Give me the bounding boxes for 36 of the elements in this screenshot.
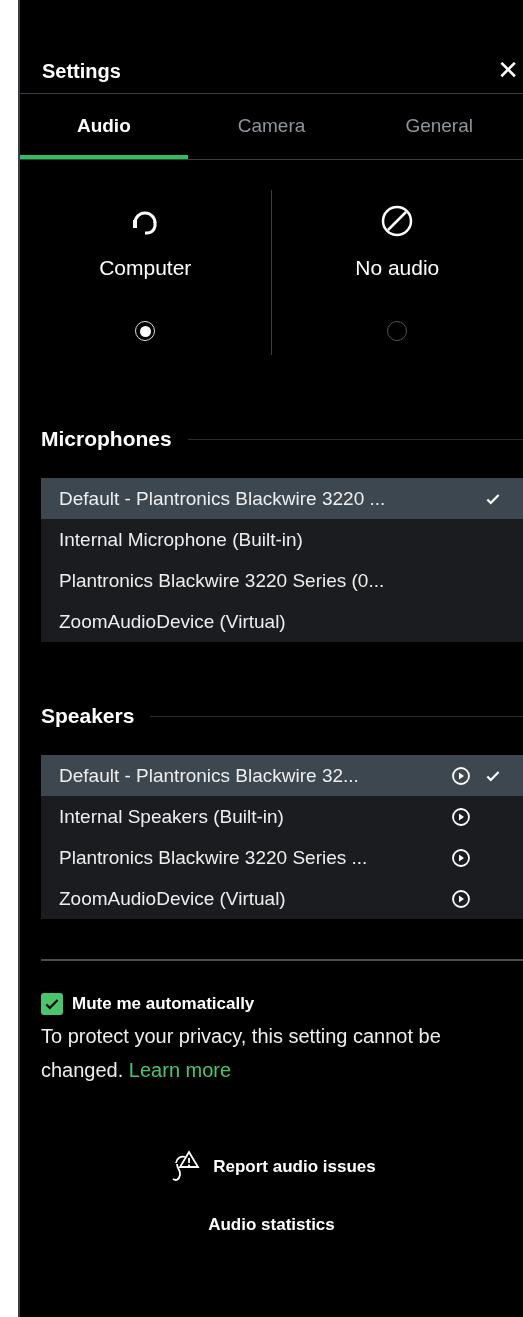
device-item[interactable]: ZoomAudioDevice (Virtual) — [41, 601, 523, 642]
play-icon[interactable] — [451, 888, 471, 909]
device-name: Internal Microphone (Built-in) — [59, 528, 304, 551]
section-heading: Microphones — [41, 427, 172, 451]
device-name: ZoomAudioDevice (Virtual) — [59, 887, 287, 910]
device-name: ZoomAudioDevice (Virtual) — [59, 610, 287, 633]
mode-label: No audio — [355, 256, 440, 280]
learn-more-link[interactable]: Learn more — [128, 1059, 232, 1081]
device-name: Internal Speakers (Built-in) — [59, 805, 285, 828]
action-link[interactable]: Audio statistics — [208, 1215, 335, 1235]
mode-label: Computer — [99, 256, 192, 280]
device-item[interactable]: Internal Microphone (Built-in) — [41, 519, 523, 560]
tab[interactable]: Audio — [20, 94, 188, 159]
close-button[interactable]: ✕ — [497, 57, 519, 83]
checkbox-label: Mute me automatically — [72, 994, 255, 1014]
device-item[interactable]: Default - Plantronics Blackwire 32... — [41, 755, 523, 796]
tab[interactable]: General — [355, 94, 523, 159]
device-name: Default - Plantronics Blackwire 3220 ... — [59, 487, 387, 510]
action-link[interactable]: Report audio issues — [167, 1149, 376, 1185]
section-heading: Speakers — [41, 704, 135, 728]
device-item[interactable]: Internal Speakers (Built-in) — [41, 796, 523, 837]
prohibited-icon — [380, 204, 415, 238]
device-item[interactable]: ZoomAudioDevice (Virtual) — [41, 878, 523, 919]
device-name: Plantronics Blackwire 3220 Series (0... — [59, 569, 386, 592]
device-item[interactable]: Plantronics Blackwire 3220 Series ... — [41, 837, 523, 878]
play-icon[interactable] — [451, 847, 471, 868]
device-name: Plantronics Blackwire 3220 Series ... — [59, 846, 369, 869]
tab[interactable]: Camera — [187, 94, 356, 159]
window-title: Settings — [42, 60, 121, 83]
device-name: Default - Plantronics Blackwire 32... — [59, 764, 360, 787]
play-icon[interactable] — [451, 765, 471, 786]
device-item[interactable]: Plantronics Blackwire 3220 Series (0... — [41, 560, 523, 601]
privacy-note: To protect your privacy, this setting cannot be changed. Learn more — [41, 1024, 442, 1083]
play-icon[interactable] — [451, 806, 471, 827]
checkbox[interactable] — [41, 993, 63, 1015]
device-item[interactable]: Default - Plantronics Blackwire 3220 ... — [41, 478, 523, 519]
